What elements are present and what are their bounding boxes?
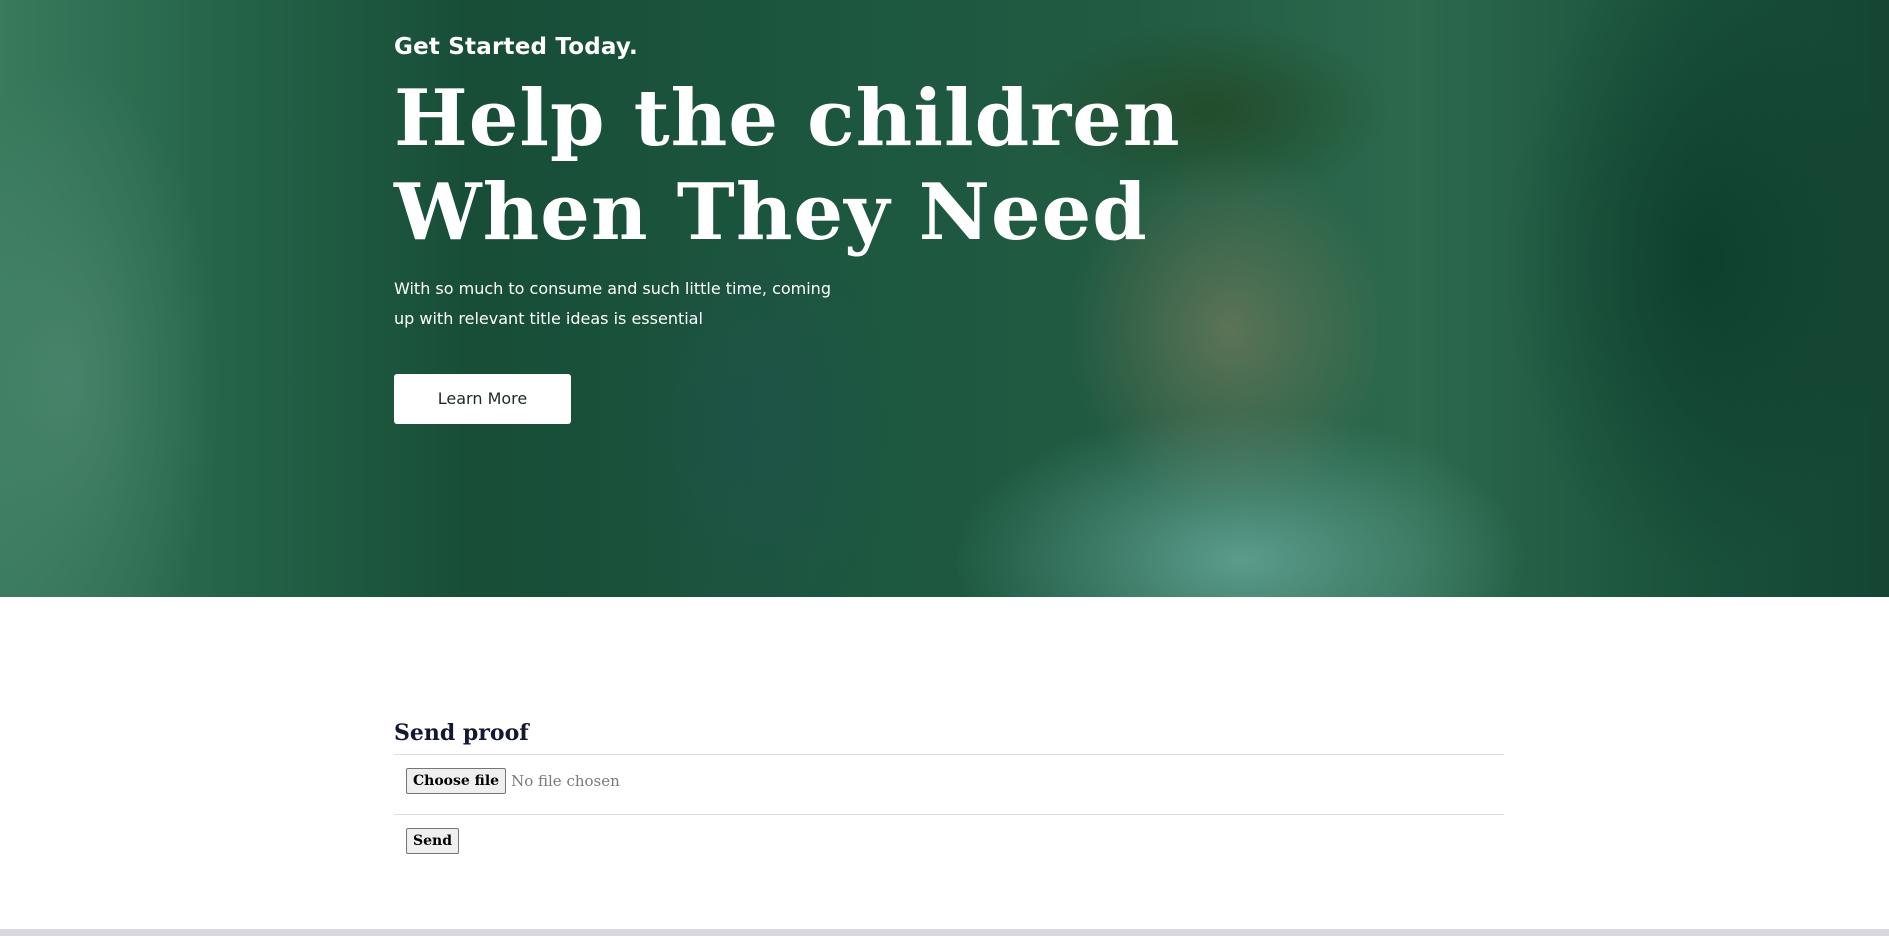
hero-section: Get Started Today. Help the children Whe… — [0, 0, 1889, 597]
send-proof-form: Send proof Choose file No file chosen Se… — [394, 712, 1504, 874]
page-bottom-divider — [0, 929, 1889, 936]
hero-content: Get Started Today. Help the children Whe… — [394, 30, 1294, 424]
learn-more-button[interactable]: Learn More — [394, 374, 571, 424]
hero-subtext: With so much to consume and such little … — [394, 279, 831, 328]
send-button[interactable]: Send — [406, 828, 459, 854]
choose-file-button[interactable]: Choose file — [406, 768, 507, 794]
hero-headline-line-1: Help the children — [394, 73, 1181, 164]
send-row: Send — [394, 814, 1504, 874]
send-proof-title: Send proof — [394, 720, 529, 746]
hero-headline-line-2: When They Need — [394, 167, 1148, 258]
file-upload-row: Choose file No file chosen — [394, 754, 1504, 814]
hero-headline: Help the children When They Need — [394, 72, 1294, 260]
file-status-text: No file chosen — [511, 772, 620, 790]
hero-eyebrow: Get Started Today. — [394, 34, 638, 60]
